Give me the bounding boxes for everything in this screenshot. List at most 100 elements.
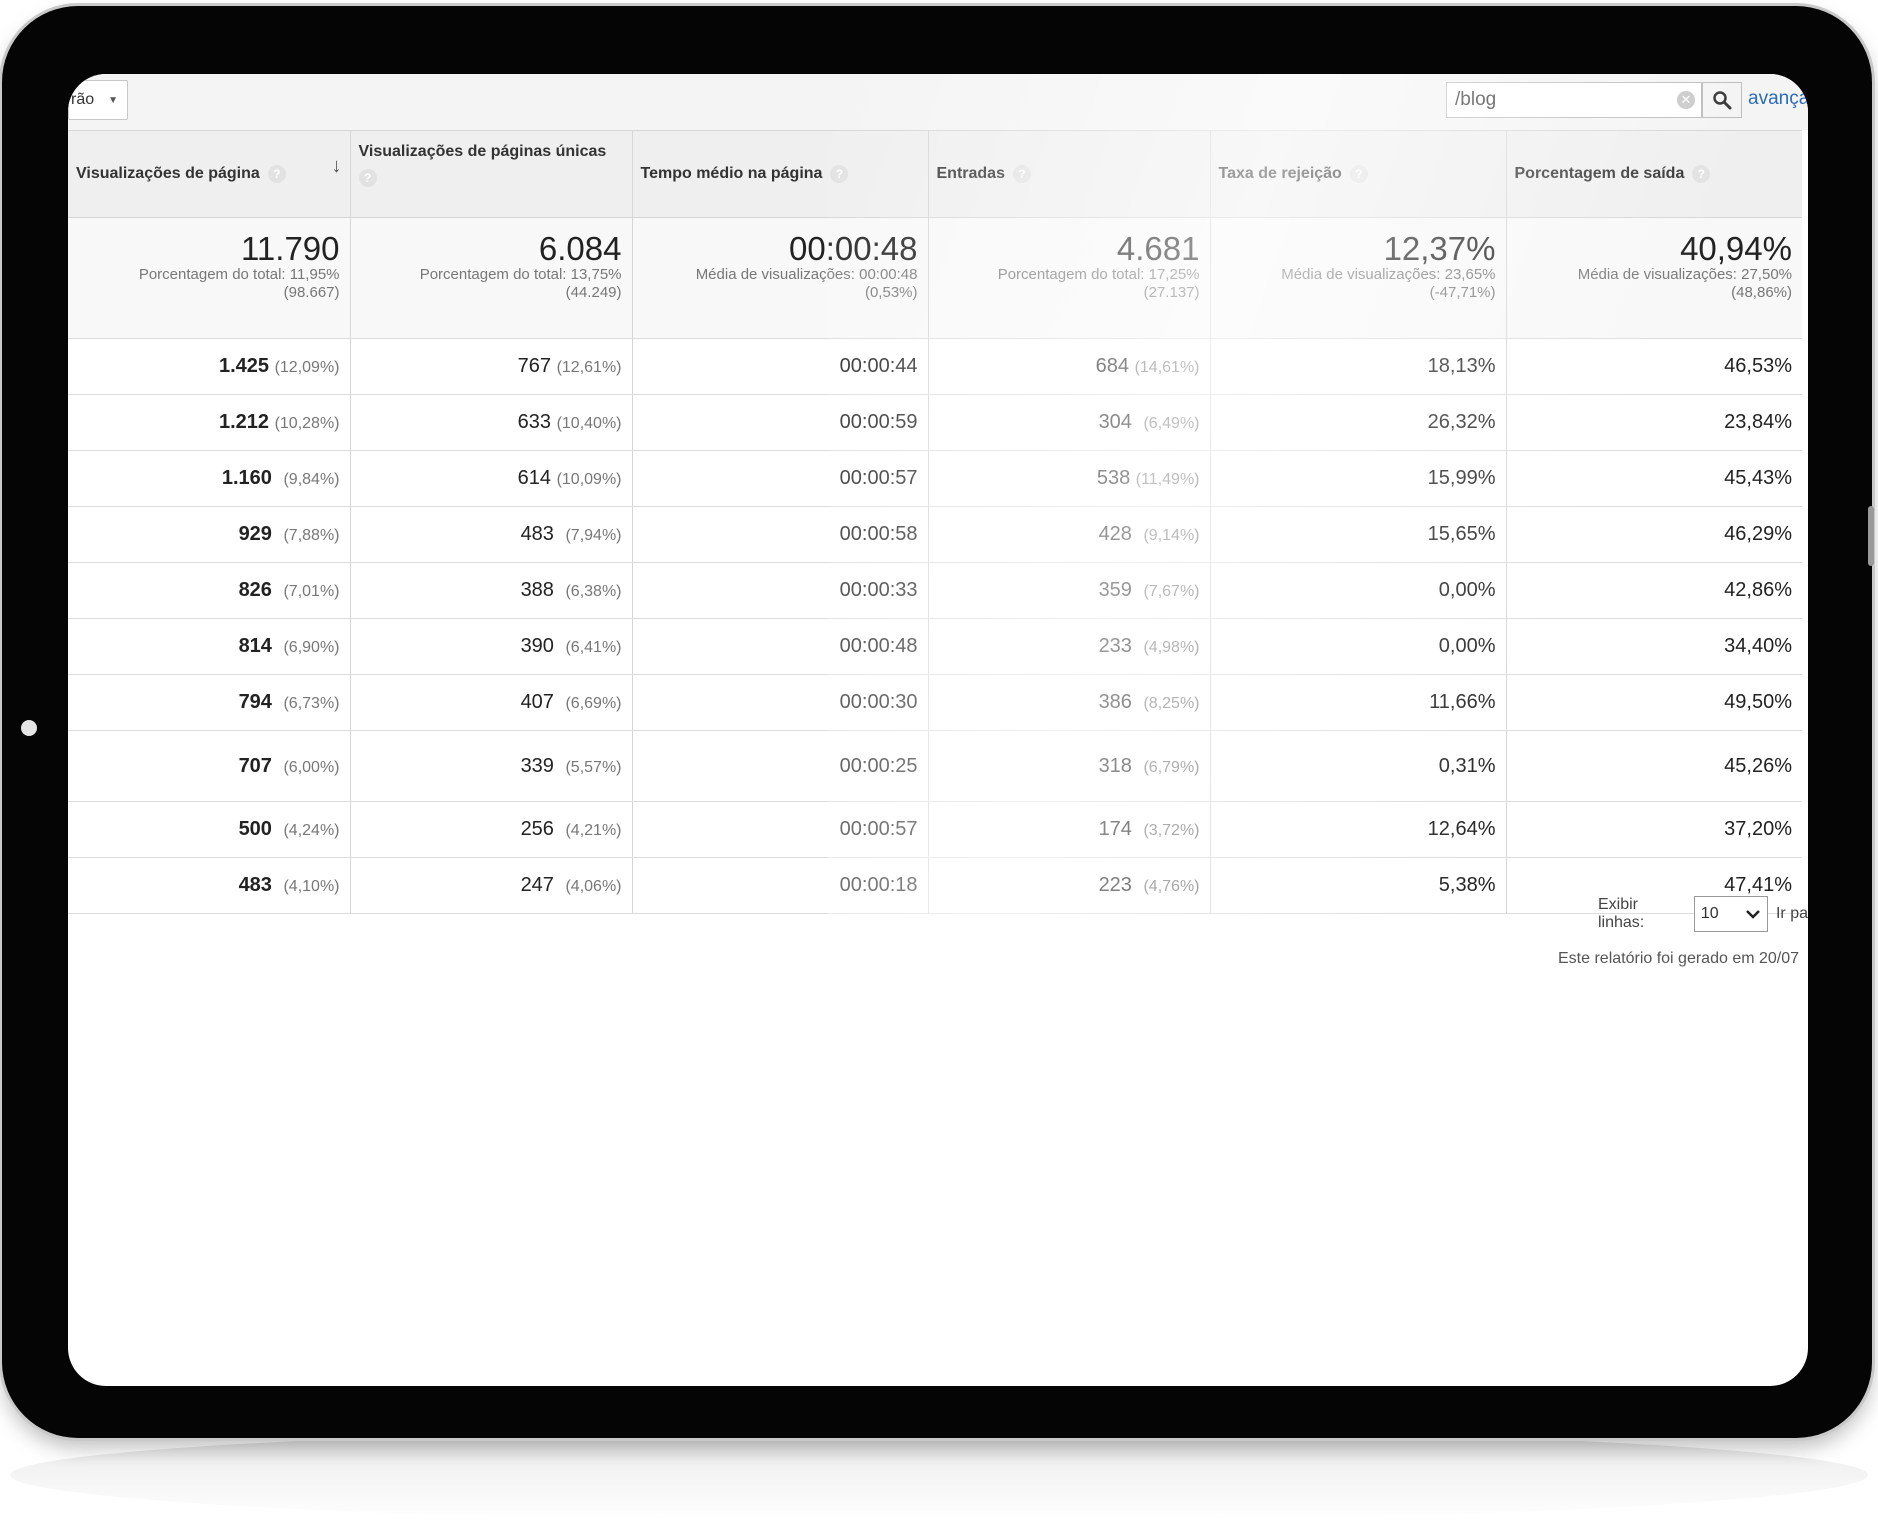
unique-pageviews-value: 256 <box>520 818 554 840</box>
table-cell: 247 (4,06%) <box>349 857 632 914</box>
col-header-bounce-rate[interactable]: Taxa de rejeição? <box>1209 130 1506 218</box>
entrances-value: 684 <box>1095 355 1130 377</box>
table-cell: 00:00:44 <box>631 338 928 395</box>
table-cell: 684 (14,61%) <box>927 338 1210 395</box>
table-row[interactable]: 1.160 (9,84%) 614 (10,09%) 00:00:57 538 (11… <box>68 450 1802 507</box>
help-icon[interactable]: ? <box>358 169 377 187</box>
unique-pageviews-value: 388 <box>520 579 554 601</box>
col-header-exit-pct[interactable]: Porcentagem de saída? <box>1505 130 1802 218</box>
unique-pageviews-pct: (4,06%) <box>565 878 622 895</box>
summary-row: 11.790 Porcentagem do total: 11,95% (98.66… <box>68 217 1802 339</box>
table-cell: 23,84% <box>1505 394 1802 451</box>
table-row[interactable]: 1.212 (10,28%) 633 (10,40%) 00:00:59 304 (6… <box>68 394 1802 451</box>
table-cell: 614 (10,09%) <box>349 450 632 507</box>
exit-pct-value: 42,86% <box>1724 579 1792 601</box>
unique-pageviews-value: 339 <box>520 754 554 777</box>
avg-time-value: 00:00:57 <box>839 467 918 489</box>
bounce-rate-value: 18,13% <box>1427 355 1496 377</box>
help-icon[interactable]: ? <box>830 164 849 183</box>
help-icon[interactable]: ? <box>1349 164 1368 183</box>
entrances-pct: (7,67%) <box>1143 583 1200 600</box>
rows-select[interactable]: 10 <box>1693 896 1768 932</box>
device-shadow <box>10 1428 1868 1522</box>
search-box[interactable]: /blog ✕ <box>1446 82 1702 118</box>
help-icon[interactable]: ? <box>1692 164 1711 183</box>
rows-label: Exibir linhas: <box>1598 896 1645 931</box>
pageviews-value: 1.212 <box>218 411 270 433</box>
table-cell: 0,00% <box>1209 562 1506 619</box>
table-row[interactable]: 794 (6,73%) 407 (6,69%) 00:00:30 386 (8,25%… <box>68 674 1802 731</box>
table-header-row: Visualizações de página? ↓ Visualizações… <box>68 130 1802 218</box>
pageviews-value: 1.160 <box>221 467 272 489</box>
advanced-link[interactable]: avança <box>1748 88 1808 110</box>
entrances-pct: (8,25%) <box>1143 695 1200 712</box>
bounce-rate-value: 11,66% <box>1429 691 1496 713</box>
summary-cell: 6.084 Porcentagem do total: 13,75% (44.249… <box>349 217 632 339</box>
clear-icon[interactable]: ✕ <box>1677 91 1695 109</box>
table-row[interactable]: 1.425 (12,09%) 767 (12,61%) 00:00:44 684 (1… <box>68 338 1802 395</box>
table-cell: 428 (9,14%) <box>927 506 1210 563</box>
bounce-rate-value: 15,99% <box>1427 467 1496 489</box>
bounce-rate-value: 0,00% <box>1438 635 1496 657</box>
camera-dot <box>21 720 37 736</box>
bounce-rate-value: 0,00% <box>1438 579 1496 601</box>
table-row[interactable]: 814 (6,90%) 390 (6,41%) 00:00:48 233 (4,98%… <box>68 618 1802 675</box>
help-icon[interactable]: ? <box>1012 164 1031 183</box>
exit-pct-value: 23,84% <box>1724 411 1792 433</box>
col-header-entrances[interactable]: Entradas? <box>927 130 1210 218</box>
bounce-rate-value: 5,38% <box>1438 874 1496 896</box>
screen: rão ▼ /blog ✕ avança Visualizações de pá… <box>68 74 1808 1386</box>
table-cell: 633 (10,40%) <box>349 394 632 451</box>
unique-pageviews-pct: (7,94%) <box>565 527 622 544</box>
table-cell: 00:00:48 <box>631 618 928 675</box>
table-cell: 256 (4,21%) <box>349 801 632 858</box>
exit-pct-value: 47,41% <box>1724 874 1792 896</box>
table-cell: 37,20% <box>1505 801 1802 858</box>
table-row[interactable]: 707 (6,00%) 339 (5,57%) 00:00:25 318 (6,79%… <box>68 730 1802 802</box>
avg-time-value: 00:00:59 <box>839 411 918 433</box>
table-cell: 386 (8,25%) <box>927 674 1210 731</box>
table-row[interactable]: 483 (4,10%) 247 (4,06%) 00:00:18 223 (4,76%… <box>68 857 1802 914</box>
unique-pageviews-value: 407 <box>520 691 554 713</box>
table-cell: 00:00:57 <box>631 450 928 507</box>
table-cell: 12,64% <box>1209 801 1506 858</box>
table-cell: 390 (6,41%) <box>349 618 632 675</box>
search-input[interactable]: /blog <box>1447 89 1677 111</box>
table-cell: 42,86% <box>1505 562 1802 619</box>
view-dropdown[interactable]: rão ▼ <box>68 80 128 120</box>
pageviews-pct: (10,28%) <box>274 415 340 432</box>
avg-time-value: 00:00:57 <box>839 818 918 840</box>
avg-time-value: 00:00:44 <box>839 355 918 377</box>
table-cell: 538 (11,49%) <box>927 450 1210 507</box>
entrances-value: 386 <box>1098 691 1132 713</box>
table-cell: 223 (4,76%) <box>927 857 1210 914</box>
entrances-pct: (6,49%) <box>1143 415 1200 432</box>
search-button[interactable] <box>1702 82 1742 118</box>
col-header-avg-time[interactable]: Tempo médio na página? <box>631 130 928 218</box>
table-row[interactable]: 500 (4,24%) 256 (4,21%) 00:00:57 174 (3,72%… <box>68 801 1802 858</box>
unique-pageviews-value: 483 <box>520 523 554 545</box>
unique-pageviews-pct: (6,41%) <box>565 639 622 656</box>
table-row[interactable]: 826 (7,01%) 388 (6,38%) 00:00:33 359 (7,67%… <box>68 562 1802 619</box>
caret-down-icon: ▼ <box>108 94 119 106</box>
pageviews-pct: (6,90%) <box>283 639 340 656</box>
help-icon[interactable]: ? <box>267 164 286 183</box>
table-cell: 767 (12,61%) <box>349 338 632 395</box>
col-header-pageviews[interactable]: Visualizações de página? ↓ <box>68 130 350 218</box>
exit-pct-value: 45,43% <box>1724 467 1792 489</box>
sort-arrow-down-icon[interactable]: ↓ <box>332 155 342 178</box>
entrances-value: 233 <box>1098 635 1132 657</box>
table-cell: 500 (4,24%) <box>68 801 350 858</box>
table-cell: 359 (7,67%) <box>927 562 1210 619</box>
table-cell: 1.212 (10,28%) <box>68 394 350 451</box>
table-cell: 00:00:30 <box>631 674 928 731</box>
avg-time-value: 00:00:18 <box>839 874 918 896</box>
table-cell: 0,00% <box>1209 618 1506 675</box>
table-cell: 407 (6,69%) <box>349 674 632 731</box>
table-row[interactable]: 929 (7,88%) 483 (7,94%) 00:00:58 428 (9,14%… <box>68 506 1802 563</box>
table-cell: 339 (5,57%) <box>349 730 632 802</box>
pageviews-pct: (4,24%) <box>283 822 340 839</box>
avg-time-value: 00:00:30 <box>839 691 918 713</box>
col-header-unique-pageviews[interactable]: Visualizações de páginas únicas ? <box>349 130 632 218</box>
pageviews-pct: (7,88%) <box>283 527 340 544</box>
